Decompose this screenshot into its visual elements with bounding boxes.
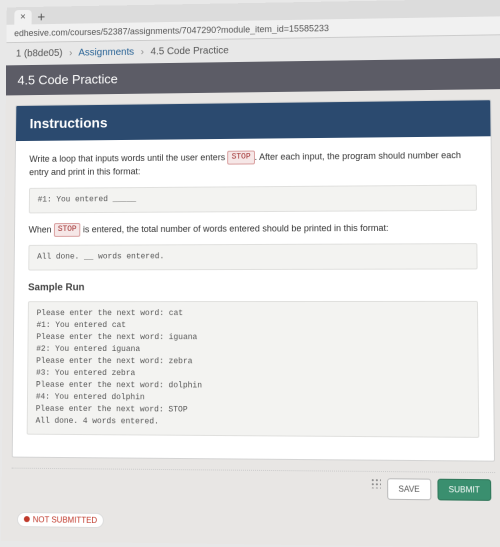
breadcrumb-course[interactable]: 1 (b8de05) (16, 48, 63, 59)
format-block-1: #1: You entered _____ (29, 184, 477, 213)
status-dot-icon (24, 516, 30, 522)
status-badge: NOT SUBMITTED (17, 511, 104, 527)
breadcrumb-page: 4.5 Code Practice (151, 45, 229, 57)
instruction-line-2: When STOP is entered, the total number o… (29, 220, 478, 236)
stop-code-pill: STOP (54, 222, 81, 236)
sample-run-heading: Sample Run (28, 279, 478, 295)
intro-text-a: Write a loop that inputs words until the… (29, 152, 227, 164)
stop-code-pill: STOP (228, 151, 255, 165)
sample-run-block: Please enter the next word: cat #1: You … (27, 300, 480, 437)
instruction-line-1: Write a loop that inputs words until the… (29, 148, 477, 179)
instructions-panel: Instructions Write a loop that inputs wo… (12, 99, 495, 461)
status-label: NOT SUBMITTED (33, 515, 97, 525)
footer-bar: NOT SUBMITTED (11, 507, 496, 536)
chevron-right-icon: › (69, 48, 72, 59)
format-block-2: All done. __ words entered. (28, 243, 477, 270)
action-bar: SAVE SUBMIT (11, 467, 495, 507)
save-button[interactable]: SAVE (387, 478, 431, 500)
new-tab-icon[interactable]: + (31, 9, 51, 25)
when-text-b: is entered, the total number of words en… (80, 222, 388, 233)
content-area: Instructions Write a loop that inputs wo… (1, 89, 500, 547)
tab-close-icon[interactable]: × (14, 9, 31, 24)
submit-button[interactable]: SUBMIT (437, 478, 491, 500)
panel-header: Instructions (16, 100, 491, 141)
breadcrumb-section[interactable]: Assignments (78, 47, 134, 59)
chevron-right-icon: › (141, 47, 144, 58)
grid-icon[interactable] (371, 478, 381, 488)
panel-body: Write a loop that inputs words until the… (13, 136, 494, 460)
when-text-a: When (29, 224, 54, 234)
